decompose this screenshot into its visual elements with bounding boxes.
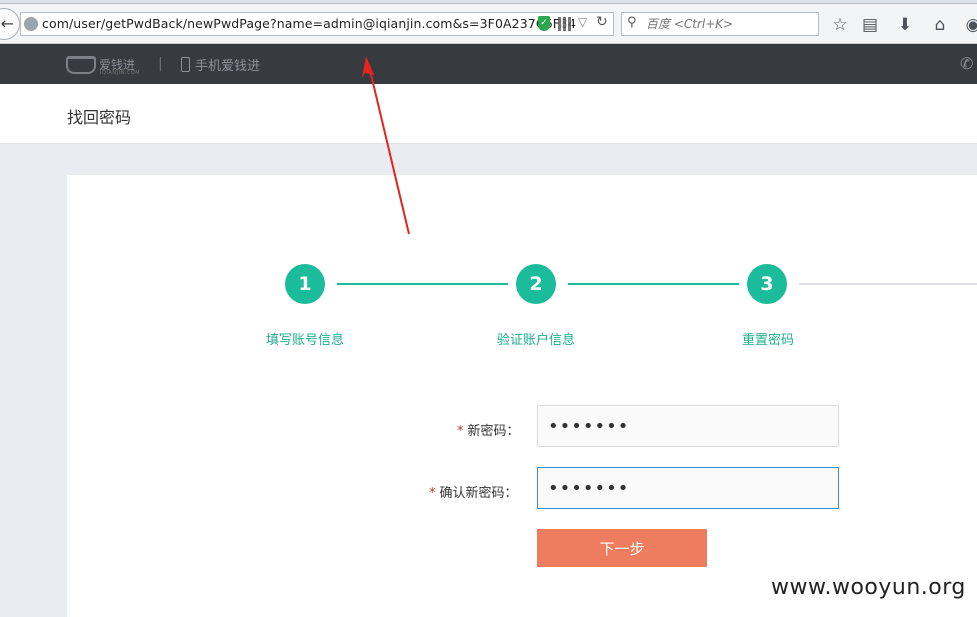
search-bar[interactable]: ⚲: [621, 12, 819, 36]
page-title-bar: 找回密码: [0, 84, 977, 144]
new-password-label: * 新密码：: [457, 424, 520, 439]
logo-subtext: IQIANJIN.COM: [100, 70, 141, 76]
step-connector-1-2: [337, 283, 508, 285]
download-icon[interactable]: ⬇: [895, 16, 915, 34]
watermark: www.wooyun.org: [771, 575, 966, 600]
logo-icon: [66, 56, 96, 74]
required-mark: *: [457, 424, 464, 439]
new-password-field[interactable]: [537, 405, 839, 447]
reading-list-icon[interactable]: ▤: [860, 16, 880, 34]
mobile-app-link[interactable]: 手机爱钱进: [181, 55, 260, 74]
mobile-app-label: 手机爱钱进: [195, 59, 261, 74]
shield-icon[interactable]: ✓: [538, 16, 550, 31]
next-step-button[interactable]: 下一步: [537, 529, 707, 567]
phone-icon[interactable]: ✆: [960, 54, 973, 73]
globe-icon: [24, 17, 38, 31]
page-title: 找回密码: [67, 108, 132, 127]
step-1-label: 填写账号信息: [266, 333, 345, 348]
confirm-password-field[interactable]: [537, 467, 839, 509]
home-icon[interactable]: ⌂: [930, 16, 950, 34]
step-2-label: 验证账户信息: [497, 333, 576, 348]
url-bar[interactable]: com/user/getPwdBack/newPwdPage?name=admi…: [20, 12, 614, 36]
mobile-phone-icon: [181, 57, 190, 72]
step-connector-2-3: [568, 283, 739, 285]
step-connector-3-next: [799, 283, 977, 285]
search-input[interactable]: [646, 16, 811, 32]
content-card: [67, 175, 977, 617]
url-text[interactable]: com/user/getPwdBack/newPwdPage?name=admi…: [42, 16, 576, 31]
site-logo[interactable]: 爱钱进 IQIANJIN.COM: [66, 54, 140, 76]
step-2-circle: 2: [516, 264, 556, 304]
confirm-password-label: * 确认新密码：: [429, 486, 518, 501]
browser-toolbar: ← com/user/getPwdBack/newPwdPage?name=ad…: [0, 4, 977, 44]
reload-icon[interactable]: ↻: [596, 14, 608, 30]
step-3-circle: 3: [747, 264, 787, 304]
chevron-down-icon[interactable]: ▽: [578, 15, 587, 29]
back-button[interactable]: ←: [0, 8, 20, 40]
bookmark-star-icon[interactable]: ☆: [830, 16, 850, 34]
required-mark: *: [429, 486, 436, 501]
qr-code-icon[interactable]: [558, 17, 572, 31]
extension-icon[interactable]: ◉: [963, 16, 977, 34]
step-1-circle: 1: [285, 264, 325, 304]
header-separator: |: [158, 56, 163, 72]
step-3-label: 重置密码: [742, 333, 795, 348]
site-header: 爱钱进 IQIANJIN.COM | 手机爱钱进 ✆: [0, 44, 977, 84]
search-icon: ⚲: [627, 15, 637, 30]
